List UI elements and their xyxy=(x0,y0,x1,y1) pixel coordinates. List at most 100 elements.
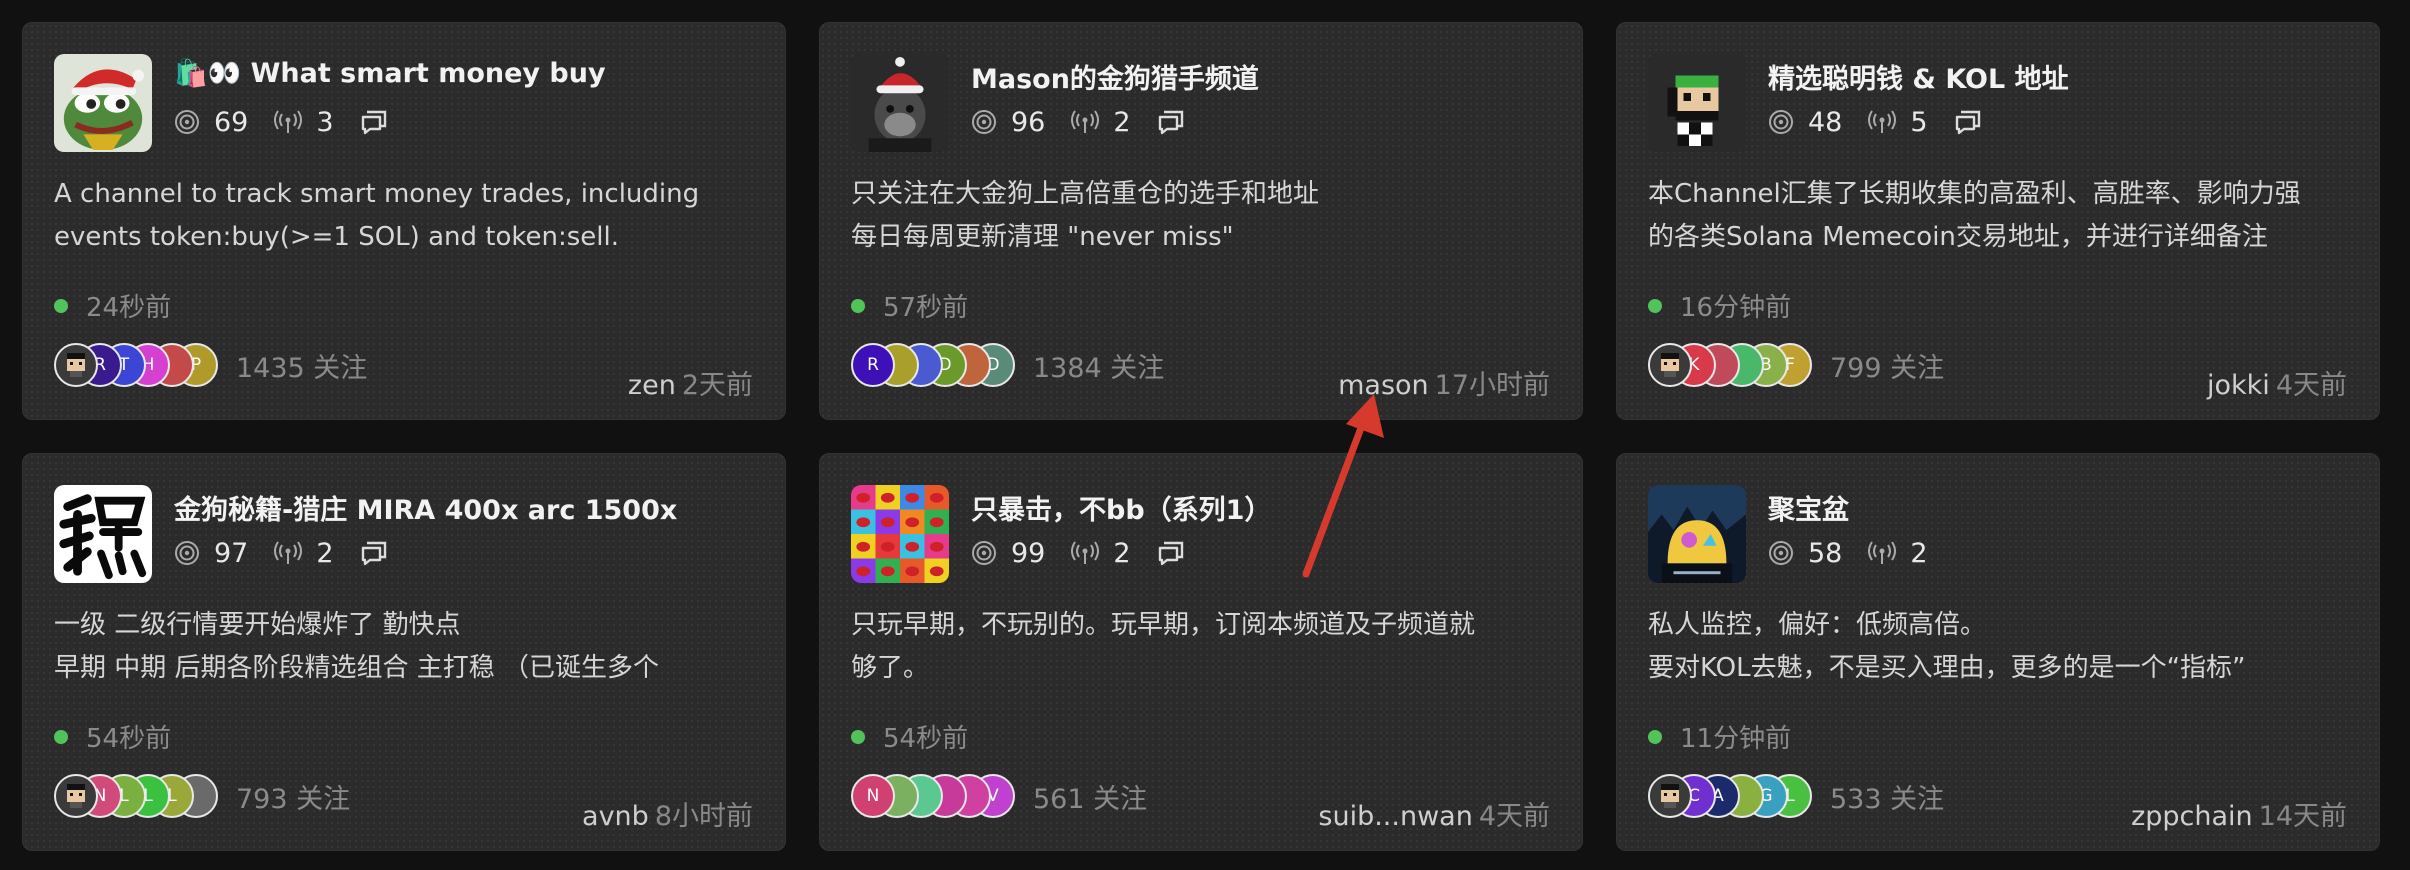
member-avatars[interactable]: N L L L 793 关注 xyxy=(54,774,350,818)
activity-time: 11分钟前 xyxy=(1680,724,1792,754)
owner-time: 2天前 xyxy=(681,370,753,401)
online-dot xyxy=(54,298,68,313)
channel-owner[interactable]: jokki 4天前 xyxy=(2207,363,2347,402)
signals-count: 2 xyxy=(1113,537,1131,569)
chat-stat[interactable] xyxy=(1157,109,1199,135)
followers-count: 561 关注 xyxy=(1033,783,1148,815)
member-avatars[interactable]: N V 561 关注 xyxy=(851,774,1147,818)
target-icon xyxy=(1769,541,1793,565)
subscribers-stat: 58 xyxy=(1768,538,1842,569)
chat-stat[interactable] xyxy=(360,540,402,566)
channel-owner[interactable]: suib...nwan 4天前 xyxy=(1318,794,1550,833)
broadcast-icon xyxy=(274,110,303,133)
channel-title: Mason的金狗猎手频道 xyxy=(971,64,1259,95)
channel-stats: 69 3 xyxy=(174,105,428,139)
target-icon xyxy=(1769,110,1793,134)
channel-card[interactable]: 聚宝盆 58 2 私人监控，偏好：低频高倍。 要对KOL去魅，不是买入理由，更多… xyxy=(1616,453,2380,851)
signals-count: 2 xyxy=(316,537,334,569)
activity-time: 54秒前 xyxy=(883,724,969,754)
online-dot xyxy=(851,729,865,744)
channel-owner[interactable]: zen 2天前 xyxy=(628,363,753,402)
signals-count: 3 xyxy=(316,106,334,138)
subscribers-stat: 97 xyxy=(174,538,248,569)
chat-icon[interactable] xyxy=(1157,109,1185,135)
chat-stat[interactable] xyxy=(1954,109,1996,135)
owner-time: 17小时前 xyxy=(1434,370,1550,401)
followers-count: 799 关注 xyxy=(1830,352,1945,384)
channel-stats: 48 5 xyxy=(1768,105,2022,139)
channel-card[interactable]: 金狗秘籍-猎庄 MIRA 400x arc 1500x 97 2 一级 二级行情… xyxy=(22,453,786,851)
activity-time: 54秒前 xyxy=(86,724,172,754)
broadcast-icon xyxy=(1071,541,1100,564)
online-dot xyxy=(851,298,865,313)
channel-card[interactable]: Mason的金狗猎手频道 96 2 只关注在大金狗上高倍重仓的选手和地址 每日每… xyxy=(819,22,1583,420)
channel-avatar xyxy=(1648,485,1746,583)
owner-name[interactable]: zen xyxy=(628,370,676,401)
channel-title: 只暴击，不bb（系列1） xyxy=(971,495,1272,526)
subscribers-count: 48 xyxy=(1808,106,1843,138)
channel-owner[interactable]: zppchain 14天前 xyxy=(2131,794,2347,833)
signals-count: 2 xyxy=(1910,537,1928,569)
member-avatars[interactable]: K B F 799 关注 xyxy=(1648,343,1944,387)
channel-owner[interactable]: avnb 8小时前 xyxy=(582,794,753,833)
owner-name[interactable]: zppchain xyxy=(2131,801,2253,832)
subscribers-count: 69 xyxy=(214,106,249,138)
owner-name[interactable]: mason xyxy=(1338,370,1429,401)
channel-avatar xyxy=(54,485,152,583)
pixel-character-avatar-icon xyxy=(1648,54,1746,152)
signals-stat: 2 xyxy=(1071,537,1131,569)
last-activity: 54秒前 xyxy=(851,718,968,755)
signals-stat: 2 xyxy=(1071,106,1131,138)
channel-description: 只关注在大金狗上高倍重仓的选手和地址 每日每周更新清理 "never miss" xyxy=(851,179,1320,252)
channel-description: 一级 二级行情要开始爆炸了 勤快点 早期 中期 后期各阶段精选组合 主打稳 （已… xyxy=(54,610,660,683)
ape-avatar-icon xyxy=(851,54,949,152)
member-avatars[interactable]: R T H P 1435 关注 xyxy=(54,343,367,387)
owner-name[interactable]: avnb xyxy=(582,801,649,832)
followers-count: 793 关注 xyxy=(236,783,351,815)
owner-name[interactable]: jokki xyxy=(2207,370,2270,401)
chat-icon[interactable] xyxy=(1954,109,1982,135)
chat-stat[interactable] xyxy=(1157,540,1199,566)
pepe-avatar-icon xyxy=(54,54,152,152)
signals-stat: 5 xyxy=(1868,106,1928,138)
channel-title: 🛍️👀 What smart money buy xyxy=(174,58,606,89)
signals-stat: 2 xyxy=(1868,537,1928,569)
channel-card[interactable]: 只暴击，不bb（系列1） 99 2 只玩早期，不玩别的。玩早期，订阅本频道及子频… xyxy=(819,453,1583,851)
channel-description: 只玩早期，不玩别的。玩早期，订阅本频道及子频道就 够了。 xyxy=(851,610,1476,683)
pop-art-tongue-avatar-icon xyxy=(851,485,949,583)
chat-icon[interactable] xyxy=(360,109,388,135)
owner-time: 8小时前 xyxy=(654,801,753,832)
chat-icon[interactable] xyxy=(360,540,388,566)
last-activity: 11分钟前 xyxy=(1648,718,1791,755)
subscribers-stat: 69 xyxy=(174,107,248,138)
channel-avatar xyxy=(1648,54,1746,152)
member-avatars[interactable]: R D D 1384 关注 xyxy=(851,343,1164,387)
channel-title: 精选聪明钱 & KOL 地址 xyxy=(1768,64,2069,95)
channel-stats: 99 2 xyxy=(971,536,1225,570)
calligraphy-avatar-icon xyxy=(54,485,152,583)
broadcast-icon xyxy=(1868,541,1897,564)
signals-count: 2 xyxy=(1113,106,1131,138)
channel-stats: 96 2 xyxy=(971,105,1225,139)
channel-card[interactable]: 🛍️👀 What smart money buy 69 3 A channel … xyxy=(22,22,786,420)
member-avatar: R xyxy=(851,343,895,387)
channel-card[interactable]: 精选聪明钱 & KOL 地址 48 5 本Channel汇集了长期收集的高盈利、… xyxy=(1616,22,2380,420)
owner-name[interactable]: suib...nwan xyxy=(1318,801,1472,832)
chat-icon[interactable] xyxy=(1157,540,1185,566)
followers-count: 1384 关注 xyxy=(1033,352,1165,384)
member-avatar: N xyxy=(851,774,895,818)
channel-description: 私人监控，偏好：低频高倍。 要对KOL去魅，不是买入理由，更多的是一个“指标” xyxy=(1648,610,2246,683)
chat-stat[interactable] xyxy=(360,109,402,135)
last-activity: 16分钟前 xyxy=(1648,287,1791,324)
subscribers-stat: 96 xyxy=(971,107,1045,138)
member-avatars[interactable]: C A G L 533 关注 xyxy=(1648,774,1944,818)
owner-time: 14天前 xyxy=(2258,801,2347,832)
member-avatar xyxy=(1648,774,1692,818)
last-activity: 54秒前 xyxy=(54,718,171,755)
online-dot xyxy=(54,729,68,744)
channel-owner[interactable]: mason 17小时前 xyxy=(1338,363,1550,402)
pixel-face-icon xyxy=(67,353,85,377)
channel-title: 金狗秘籍-猎庄 MIRA 400x arc 1500x xyxy=(174,495,678,526)
signals-count: 5 xyxy=(1910,106,1928,138)
target-icon xyxy=(972,541,996,565)
